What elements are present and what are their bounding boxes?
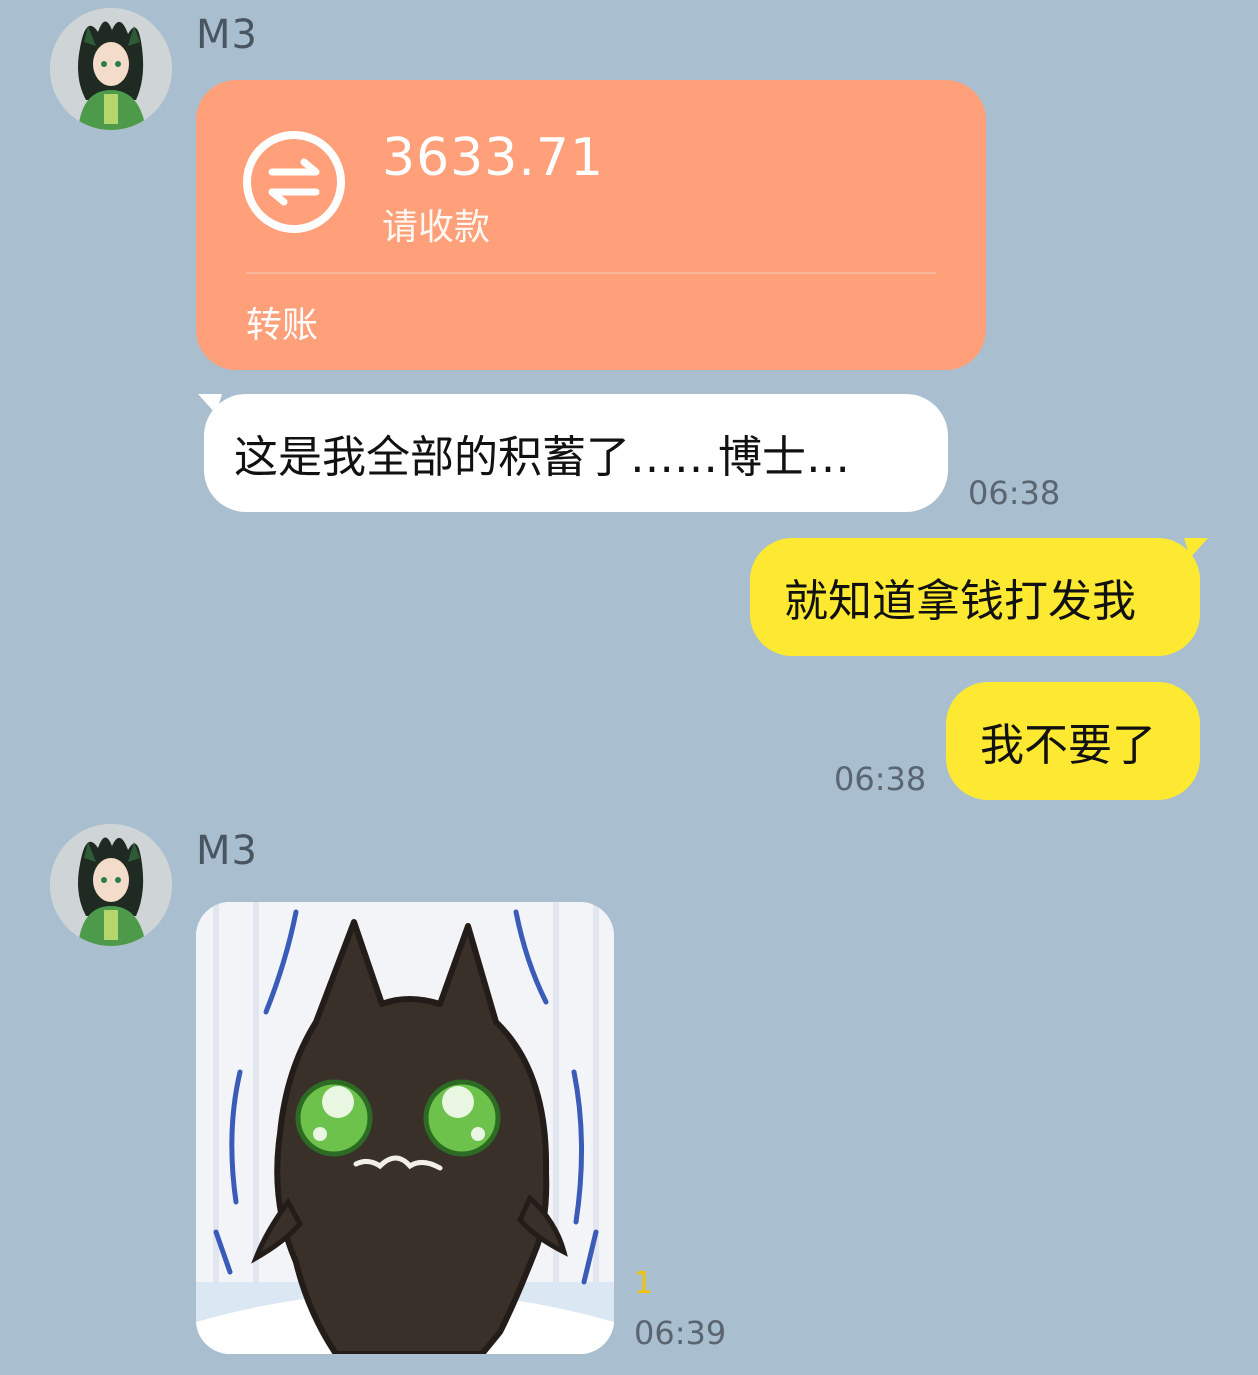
crying-black-cat-sticker	[196, 902, 614, 1354]
message-text: 就知道拿钱打发我	[784, 576, 1136, 627]
message-time: 06:38	[834, 760, 927, 798]
avatar[interactable]	[50, 824, 172, 946]
bubble-tail	[1184, 538, 1208, 558]
message-time: 06:39	[634, 1314, 727, 1352]
message-text: 这是我全部的积蓄了……博士…	[234, 432, 850, 483]
outgoing-message-bubble[interactable]: 我不要了	[946, 682, 1200, 800]
sender-name: M3	[196, 12, 258, 58]
transfer-divider	[246, 272, 936, 274]
sender-name: M3	[196, 828, 258, 874]
avatar[interactable]	[50, 8, 172, 130]
outgoing-message-bubble[interactable]: 就知道拿钱打发我	[750, 538, 1208, 656]
transfer-label: 转账	[246, 305, 319, 346]
transfer-arrows-icon	[243, 131, 345, 233]
message-text: 我不要了	[980, 720, 1156, 771]
bubble-tail	[198, 394, 222, 414]
transfer-amount: 3633.71	[382, 128, 605, 188]
transfer-card[interactable]: 3633.71 请收款 转账	[196, 80, 986, 370]
message-time: 06:38	[968, 474, 1061, 512]
read-count: 1	[634, 1266, 654, 1301]
transfer-status: 请收款	[382, 207, 491, 248]
avatar-portrait-image	[50, 8, 172, 130]
incoming-message-bubble[interactable]: 这是我全部的积蓄了……博士…	[198, 394, 948, 512]
avatar-portrait-image	[50, 824, 172, 946]
sticker-image[interactable]	[196, 902, 614, 1354]
